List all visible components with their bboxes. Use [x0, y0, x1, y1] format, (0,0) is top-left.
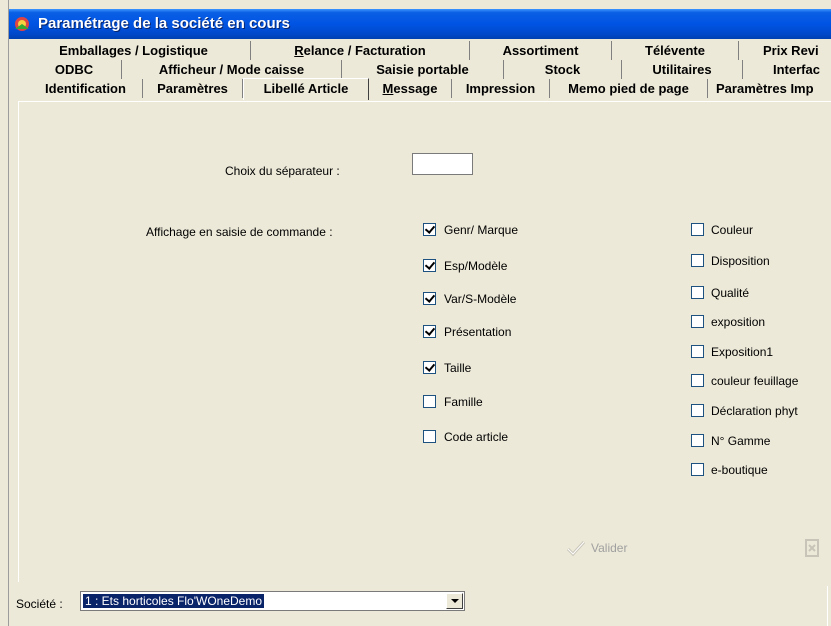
tab-stock[interactable]: Stock — [504, 60, 622, 79]
tab-message-accel: M — [382, 81, 394, 96]
checkbox-label: Code article — [444, 430, 509, 444]
checkbox-presentation[interactable] — [423, 325, 436, 338]
validate-button[interactable]: Valider — [565, 537, 627, 559]
checkbox-n-gamme[interactable] — [691, 434, 704, 447]
checkbox-esp-modele[interactable] — [423, 259, 436, 272]
checkbox-exposition1[interactable] — [691, 345, 704, 358]
tab-utilitaires[interactable]: Utilitaires — [622, 60, 743, 79]
tab-impression[interactable]: Impression — [452, 79, 550, 98]
tab-odbc[interactable]: ODBC — [27, 60, 122, 79]
societe-selected-value: 1 : Ets horticoles Flo'WOneDemo — [83, 594, 265, 608]
checkbox-label: exposition — [711, 315, 766, 329]
check-icon — [566, 540, 586, 557]
title-bar[interactable]: Paramétrage de la société en cours — [9, 9, 831, 39]
tab-relance-accel: R — [294, 43, 304, 58]
tab-message-label: essage — [393, 81, 438, 96]
checkbox-label: Disposition — [711, 254, 770, 268]
societe-label: Société : — [16, 597, 63, 611]
checkbox-label: Genr/ Marque — [444, 223, 519, 237]
checkbox-exposition[interactable] — [691, 315, 704, 328]
separator-input[interactable] — [412, 153, 473, 175]
checkbox-label: Déclaration phyt — [711, 404, 798, 418]
checkbox-label: Famille — [444, 395, 483, 409]
checkbox-couleur-feuillage[interactable] — [691, 374, 704, 387]
checkbox-disposition[interactable] — [691, 254, 704, 267]
checkbox-e-boutique[interactable] — [691, 463, 704, 476]
checkbox-couleur[interactable] — [691, 223, 704, 236]
checkbox-label: Esp/Modèle — [444, 259, 508, 273]
button-edge — [827, 586, 831, 626]
checkbox-label: Couleur — [711, 223, 754, 237]
checkbox-label: e-boutique — [711, 463, 768, 477]
partial-icon[interactable] — [800, 536, 822, 560]
checkbox-qualite[interactable] — [691, 286, 704, 299]
tab-identification[interactable]: Identification — [29, 79, 143, 98]
checkbox-label: N° Gamme — [711, 434, 771, 448]
tab-relance-label: elance / Facturation — [303, 43, 426, 58]
societe-select[interactable]: 1 : Ets horticoles Flo'WOneDemo — [80, 591, 465, 611]
tab-row-2: ODBC Afficheur / Mode caisse Saisie port… — [9, 60, 831, 80]
tab-interface[interactable]: Interfac — [743, 60, 831, 79]
checkbox-label: Taille — [444, 361, 472, 375]
tab-televente[interactable]: Télévente — [612, 41, 739, 60]
separator-label: Choix du séparateur : — [225, 164, 340, 178]
tab-emballages-logistique[interactable]: Emballages / Logistique — [17, 41, 251, 60]
settings-window: Paramétrage de la société en cours Embal… — [9, 9, 831, 626]
tab-afficheur-mode-caisse[interactable]: Afficheur / Mode caisse — [122, 60, 342, 79]
tab-relance-facturation[interactable]: Relance / Facturation — [251, 41, 470, 60]
tab-prix-revient[interactable]: Prix Revi — [739, 41, 831, 60]
tab-libelle-article[interactable]: Libellé Article — [243, 78, 369, 100]
tab-saisie-portable[interactable]: Saisie portable — [342, 60, 504, 79]
checkbox-genr-marque[interactable] — [423, 223, 436, 236]
tab-assortiment[interactable]: Assortiment — [470, 41, 612, 60]
checkbox-var-s-modele[interactable] — [423, 292, 436, 305]
tab-parametres[interactable]: Paramètres — [143, 79, 243, 98]
tab-row-3: Identification Paramètres Libellé Articl… — [9, 78, 831, 100]
validate-label: Valider — [591, 541, 628, 555]
checkbox-famille[interactable] — [423, 395, 436, 408]
checkbox-label: Qualité — [711, 286, 750, 300]
checkbox-label: couleur feuillage — [711, 374, 799, 388]
tab-memo-pied-de-page[interactable]: Memo pied de page — [550, 79, 708, 98]
chevron-down-icon[interactable] — [446, 593, 463, 609]
app-icon — [15, 17, 29, 31]
tab-row-1: Emballages / Logistique Relance / Factur… — [9, 41, 831, 61]
checkbox-label: Exposition1 — [711, 345, 774, 359]
checkbox-declaration-phyto[interactable] — [691, 404, 704, 417]
checkbox-label: Var/S-Modèle — [444, 292, 517, 306]
tab-parametres-impression[interactable]: Paramètres Imp — [708, 79, 831, 98]
background-window-edge — [0, 0, 9, 626]
display-options-label: Affichage en saisie de commande : — [146, 225, 333, 239]
window-title: Paramétrage de la société en cours — [38, 15, 290, 32]
checkbox-code-article[interactable] — [423, 430, 436, 443]
checkbox-taille[interactable] — [423, 361, 436, 374]
tab-message[interactable]: Message — [369, 79, 452, 98]
checkbox-label: Présentation — [444, 325, 512, 339]
